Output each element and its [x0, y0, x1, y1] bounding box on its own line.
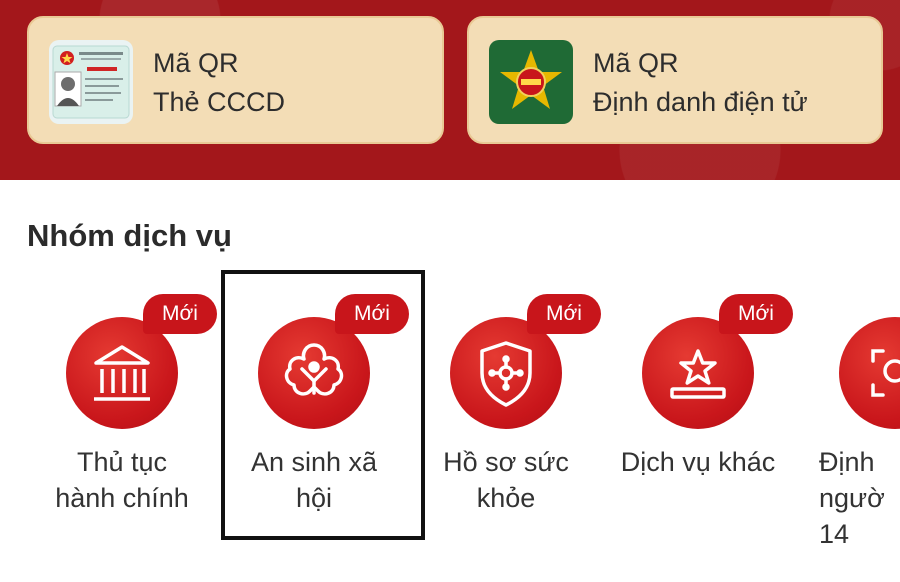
section-title: Nhóm dịch vụ — [27, 218, 232, 253]
service-label: Định ngườ 14 — [819, 447, 885, 549]
service-label: Thủ tục hành chính — [55, 447, 189, 513]
new-badge: Mới — [335, 294, 409, 334]
qr-card-vneid[interactable]: Mã QR Định danh điện tử — [467, 16, 883, 144]
id-card-icon — [49, 40, 133, 124]
new-badge: Mới — [719, 294, 793, 334]
new-badge: Mới — [527, 294, 601, 334]
service-icon-circle — [839, 317, 900, 429]
service-label: An sinh xã hội — [250, 447, 378, 513]
service-social-welfare[interactable]: Mới An sinh xã hội — [219, 270, 409, 570]
service-health-records[interactable]: Mới Hồ sơ sức khỏe — [411, 270, 601, 570]
service-administrative-procedures[interactable]: Mới Thủ tục hành chính — [27, 270, 217, 570]
qr-card-title: Mã QR — [593, 48, 679, 78]
face-scan-icon — [871, 349, 900, 397]
new-badge: Mới — [143, 294, 217, 334]
service-group: Mới Thủ tục hành chính Mới An sinh xã hộ… — [0, 270, 900, 582]
service-other-services[interactable]: Mới Dịch vụ khác — [603, 270, 793, 570]
vneid-emblem-icon — [489, 40, 573, 124]
qr-card-subtitle: Định danh điện tử — [593, 87, 808, 117]
service-label: Dịch vụ khác — [620, 447, 776, 477]
qr-card-cccd[interactable]: Mã QR Thẻ CCCD — [27, 16, 444, 144]
service-label: Hồ sơ sức khỏe — [443, 447, 569, 513]
qr-card-title: Mã QR — [153, 48, 239, 78]
header-banner: Mã QR Thẻ CCCD Mã QR Định danh điện tử — [0, 0, 900, 180]
qr-card-subtitle: Thẻ CCCD — [153, 87, 286, 117]
service-identification-partial[interactable]: Định ngườ 14 — [795, 270, 900, 570]
